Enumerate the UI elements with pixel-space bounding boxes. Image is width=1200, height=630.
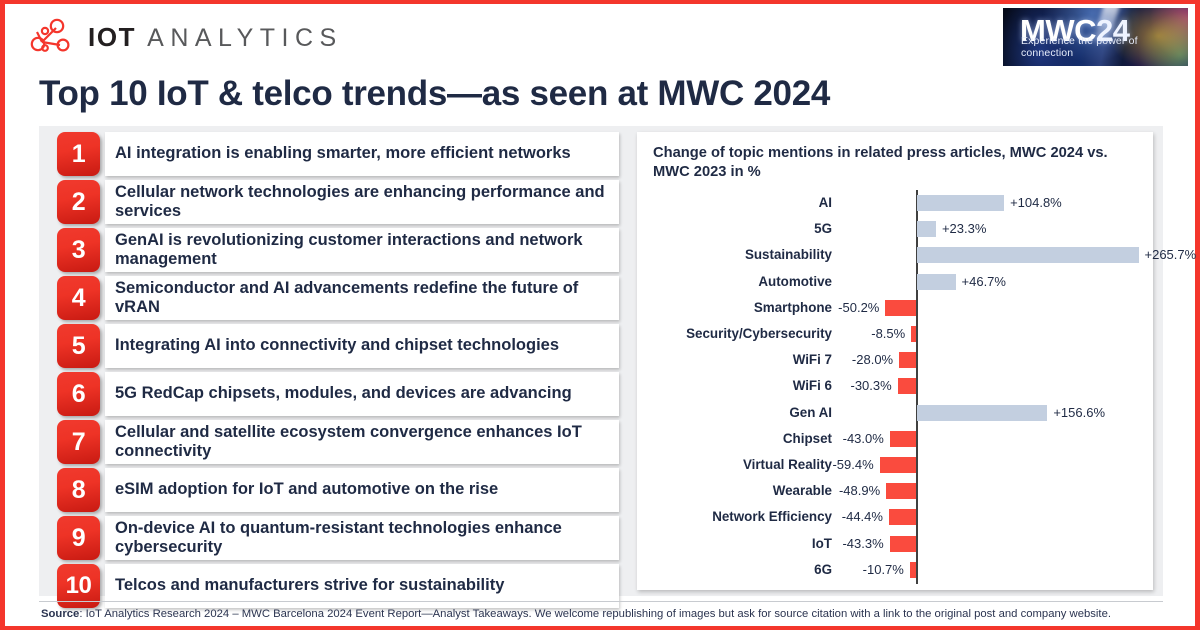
chart-value-label: -48.9% [838, 483, 881, 499]
trend-text: Cellular network technologies are enhanc… [105, 180, 619, 224]
chart-value-label: -44.4% [841, 509, 883, 525]
chart-bar [916, 404, 1048, 421]
chart-bar [911, 326, 917, 342]
trend-item[interactable]: 1 AI integration is enabling smarter, mor… [57, 132, 619, 176]
brand-name-primary: IOT [88, 21, 137, 52]
chart-title: Change of topic mentions in related pres… [653, 145, 1108, 180]
chart-bar-row: Chipset -43.0% [637, 426, 1153, 452]
chart-bar-row: Virtual Reality -59.4% [637, 452, 1153, 478]
chart-bar-row: IoT -43.3% [637, 531, 1153, 557]
chart-bar-row: Smartphone -50.2% [637, 295, 1153, 321]
chart-bar [916, 273, 956, 290]
infographic-page: IOT ANALYTICS MWC24 Experience the power… [0, 0, 1200, 630]
chart-value-label: +104.8% [1010, 195, 1062, 210]
trend-text: 5G RedCap chipsets, modules, and devices… [105, 372, 619, 416]
source-note: Source: IoT Analytics Research 2024 – MW… [41, 607, 1171, 621]
trend-rank-badge: 4 [57, 276, 100, 320]
chart-value-label: -8.5% [871, 326, 906, 341]
chart-value-label: +156.6% [1053, 404, 1106, 420]
chart-bar [916, 247, 1139, 264]
chart-value-label: +265.7% [1144, 247, 1197, 263]
chart-bar [909, 561, 917, 578]
chart-value-label: -30.3% [850, 378, 892, 394]
chart-bar-row: Network Efficiency -44.4% [637, 504, 1153, 530]
chart-bar [889, 430, 917, 447]
chart-bar-row: WiFi 7 -28.0% [637, 347, 1153, 373]
brand-name-secondary: ANALYTICS [147, 23, 343, 52]
trend-text: AI integration is enabling smarter, more… [105, 132, 619, 176]
chart-bar [889, 535, 917, 552]
trend-item[interactable]: 4 Semiconductor and AI advancements redef… [57, 276, 619, 320]
trend-text: Cellular and satellite ecosystem converg… [105, 420, 619, 464]
header: IOT ANALYTICS MWC24 Experience the power… [5, 4, 1197, 70]
chart-value-label: -10.7% [862, 561, 904, 577]
chart-category-label: Gen AI [789, 404, 832, 420]
chart-bar-row: 6G -10.7% [637, 557, 1153, 583]
footer-divider [39, 601, 1163, 602]
chart-value-label: -43.3% [842, 535, 884, 551]
brand-wordmark: IOT ANALYTICS [88, 22, 343, 53]
trend-rank-badge: 2 [57, 180, 100, 224]
page-title: Top 10 IoT & telco trends—as seen at MWC… [39, 74, 831, 113]
trend-item[interactable]: 9 On-device AI to quantum-resistant techn… [57, 516, 619, 560]
trend-item[interactable]: 2 Cellular network technologies are enhan… [57, 180, 619, 224]
chart-bar [888, 509, 917, 526]
chart-value-label: +46.7% [961, 273, 1006, 289]
chart-value-label: -28.0% [851, 352, 894, 368]
trend-text: GenAI is revolutionizing customer intera… [105, 228, 619, 272]
trend-rank-badge: 7 [57, 420, 100, 464]
brand-logo: IOT ANALYTICS [29, 18, 343, 56]
chart-bar [886, 483, 917, 500]
mwc24-event-badge: MWC24 Experience the power of connection [1003, 8, 1188, 66]
trend-item[interactable]: 5 Integrating AI into connectivity and ch… [57, 324, 619, 368]
trend-text: Semiconductor and AI advancements redefi… [105, 276, 619, 320]
chart-bar [916, 195, 1005, 211]
chart-bar-row: Wearable -48.9% [637, 478, 1153, 504]
trend-item[interactable]: 3 GenAI is revolutionizing customer inter… [57, 228, 619, 272]
trend-item[interactable]: 7 Cellular and satellite ecosystem conver… [57, 420, 619, 464]
chart-category-label: AI [818, 195, 832, 210]
trend-text: eSIM adoption for IoT and automotive on … [105, 468, 619, 512]
chart-category-label: Sustainability [744, 247, 832, 263]
trend-rank-badge: 8 [57, 468, 100, 512]
trend-text: On-device AI to quantum-resistant techno… [105, 516, 619, 560]
chart-bar-row: 5G +23.3% [637, 216, 1153, 242]
trends-list: 1 AI integration is enabling smarter, mor… [57, 132, 619, 612]
chart-value-label: -59.4% [832, 457, 874, 472]
network-nodes-icon [29, 18, 75, 56]
chart-bar-row: AI +104.8% [637, 190, 1153, 216]
trend-rank-badge: 6 [57, 372, 100, 416]
trend-item[interactable]: 6 5G RedCap chipsets, modules, and device… [57, 372, 619, 416]
chart-bar-row: Sustainability +265.7% [637, 242, 1196, 268]
chart-bar [897, 378, 917, 395]
trend-rank-badge: 9 [57, 516, 100, 560]
trend-item[interactable]: 8 eSIM adoption for IoT and automotive on… [57, 468, 619, 512]
chart-value-label: -43.0% [842, 430, 884, 446]
trend-rank-badge: 1 [57, 132, 100, 176]
chart-bar [879, 457, 917, 473]
chart-bar [916, 221, 936, 238]
chart-value-label: -50.2% [838, 299, 880, 315]
trend-text: Integrating AI into connectivity and chi… [105, 324, 619, 368]
chart-panel: Change of topic mentions in related pres… [637, 132, 1196, 590]
chart-category-label: 5G [814, 221, 832, 237]
trend-rank-badge: 3 [57, 228, 100, 272]
content-panel: 1 AI integration is enabling smarter, mor… [39, 126, 1196, 608]
badge-tagline: Experience the power of connection [1021, 35, 1138, 59]
chart-bar-row: Security/Cybersecurity -8.5% [637, 321, 1153, 347]
source-label: Source [41, 608, 80, 620]
chart-plot-area: AI +104.8% 5G +23.3% Sustainability +265.7% Au… [637, 190, 1196, 584]
chart-category-label: Automotive [758, 273, 832, 289]
chart-bar-row: WiFi 6 -30.3% [637, 373, 1153, 399]
chart-bar [885, 299, 917, 316]
chart-value-label: +23.3% [941, 221, 987, 237]
chart-bar [899, 352, 917, 369]
trend-rank-badge: 5 [57, 324, 100, 368]
source-text: : IoT Analytics Research 2024 – MWC Barc… [79, 608, 1111, 620]
chart-bar-row: Gen AI +156.6% [637, 400, 1153, 426]
chart-bar-row: Automotive +46.7% [637, 269, 1153, 295]
